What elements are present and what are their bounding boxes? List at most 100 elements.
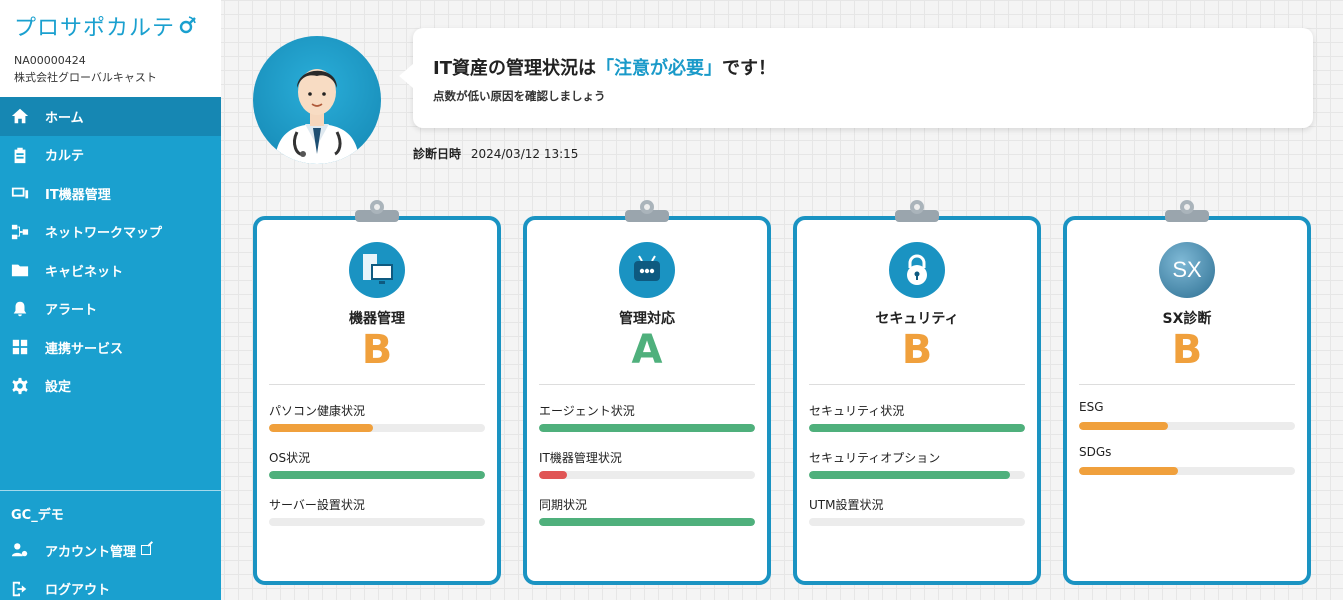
card-title: SX診断 [1162,311,1212,327]
card-divider [809,384,1025,385]
monitor-icon [349,242,405,298]
metric-label: エージェント状況 [539,404,635,418]
metric-label: パソコン健康状況 [269,404,366,418]
progress-bar [809,518,1025,526]
headline-pre: IT資産の管理状況は [433,58,596,79]
network-icon [10,222,30,242]
diagnosis-date-value: 2024/03/12 13:15 [470,147,579,161]
nav-item-cabinet[interactable]: キャビネット [0,251,221,290]
org-name: GC_デモ [11,508,64,523]
progress-fill [539,471,568,479]
metric-security-status: セキュリティ状況 [797,402,1037,432]
grid-icon [10,337,30,357]
org-section: GC_デモ アカウント管理 ログアウト [0,490,221,600]
clipboard-clip-icon [625,200,669,222]
progress-bar [1079,422,1295,430]
metric-sync-status: 同期状況 [527,496,767,526]
metric-label: サーバー設置状況 [269,498,365,512]
diagnosis-date-label: 診断日時 [413,147,462,161]
metric-label: OS状況 [269,451,311,465]
metric-pc-health: パソコン健康状況 [257,402,497,432]
main-nav: ホーム カルテ IT機器管理 ネットワークマップ キャビネット アラート 連携サ… [0,97,221,405]
account-management-label: アカウント管理 [45,544,137,560]
logout-label: ログアウト [45,583,111,599]
logout-icon [10,579,30,599]
nav-label: キャビネット [45,264,124,280]
progress-bar [539,424,755,432]
progress-bar [539,518,755,526]
progress-fill [809,424,1025,432]
doctor-avatar [253,36,381,164]
metric-label: SDGs [1079,445,1112,459]
nav-label: アラート [45,303,98,319]
metric-label: IT機器管理状況 [539,451,622,465]
logo-text: プロサポカルテ [14,16,176,41]
brand-area: プロサポカルテ NA00000424 株式会社グローバルキャスト [0,0,221,97]
progress-fill [809,471,1010,479]
progress-bar [269,518,485,526]
logout-button[interactable]: ログアウト [0,570,221,600]
card-grade: B [901,327,933,373]
devices-icon [10,183,30,203]
nav-item-karte[interactable]: カルテ [0,136,221,175]
nav-item-settings[interactable]: 設定 [0,367,221,406]
metric-it-device-status: IT機器管理状況 [527,449,767,479]
progress-bar [539,471,755,479]
robot-icon [619,242,675,298]
metric-sdgs: SDGs [1067,445,1307,475]
nav-label: ホーム [45,110,84,126]
card-divider [1079,384,1295,385]
metric-utm-status: UTM設置状況 [797,496,1037,526]
progress-fill [539,518,755,526]
nav-label: カルテ [45,149,85,165]
nav-item-it-devices[interactable]: IT機器管理 [0,174,221,213]
card-grade: B [361,327,393,373]
clipboard-clip-icon [355,200,399,222]
external-link-icon [141,545,152,556]
nav-label: ネットワークマップ [45,226,163,242]
progress-fill [269,471,485,479]
app-logo[interactable]: プロサポカルテ [14,10,207,42]
nav-label: 連携サービス [45,341,124,357]
metric-server-status: サーバー設置状況 [257,496,497,526]
nav-item-home[interactable]: ホーム [0,97,221,136]
progress-bar [269,471,485,479]
account-management-link[interactable]: アカウント管理 [0,531,221,570]
card-grade: A [631,327,663,373]
nav-label: 設定 [45,380,72,396]
card-title: 機器管理 [349,311,405,327]
metric-esg: ESG [1067,400,1307,430]
progress-fill [269,424,373,432]
progress-fill [539,424,755,432]
card-title: セキュリティ [875,311,959,327]
metric-security-option: セキュリティオプション [797,449,1037,479]
sx-globe-icon: SX [1159,242,1215,298]
progress-bar [269,424,485,432]
metric-label: セキュリティ状況 [809,404,905,418]
card-sx-diagnosis[interactable]: SX SX診断 B ESG SDGs [1063,200,1311,585]
card-divider [539,384,755,385]
card-security[interactable]: セキュリティ B セキュリティ状況 セキュリティオプション UTM設置状況 [793,200,1041,585]
metric-label: ESG [1079,400,1104,414]
clipboard-clip-icon [895,200,939,222]
nav-label: IT機器管理 [45,187,111,203]
nav-item-network-map[interactable]: ネットワークマップ [0,213,221,252]
card-divider [269,384,485,385]
metric-label: セキュリティオプション [809,451,941,465]
metric-os-status: OS状況 [257,449,497,479]
stethoscope-logo-icon [179,16,196,34]
progress-fill [1079,422,1168,430]
progress-fill [1079,467,1179,475]
diagnosis-headline: IT資産の管理状況は「注意が必要」です！ [433,54,1293,80]
metric-label: UTM設置状況 [809,498,884,512]
card-device-management[interactable]: 機器管理 B パソコン健康状況 OS状況 サーバー設置状況 [253,200,501,585]
headline-highlight: 「注意が必要」 [595,58,722,79]
headline-post: です！ [721,58,776,79]
tenant-id: NA00000424 [14,54,86,67]
home-icon [10,106,30,126]
nav-item-alert[interactable]: アラート [0,290,221,329]
metric-label: 同期状況 [539,498,588,512]
diagnosis-subtitle: 点数が低い原因を確認しましょう [433,89,606,103]
card-management-response[interactable]: 管理対応 A エージェント状況 IT機器管理状況 同期状況 [523,200,771,585]
nav-item-integrations[interactable]: 連携サービス [0,328,221,367]
